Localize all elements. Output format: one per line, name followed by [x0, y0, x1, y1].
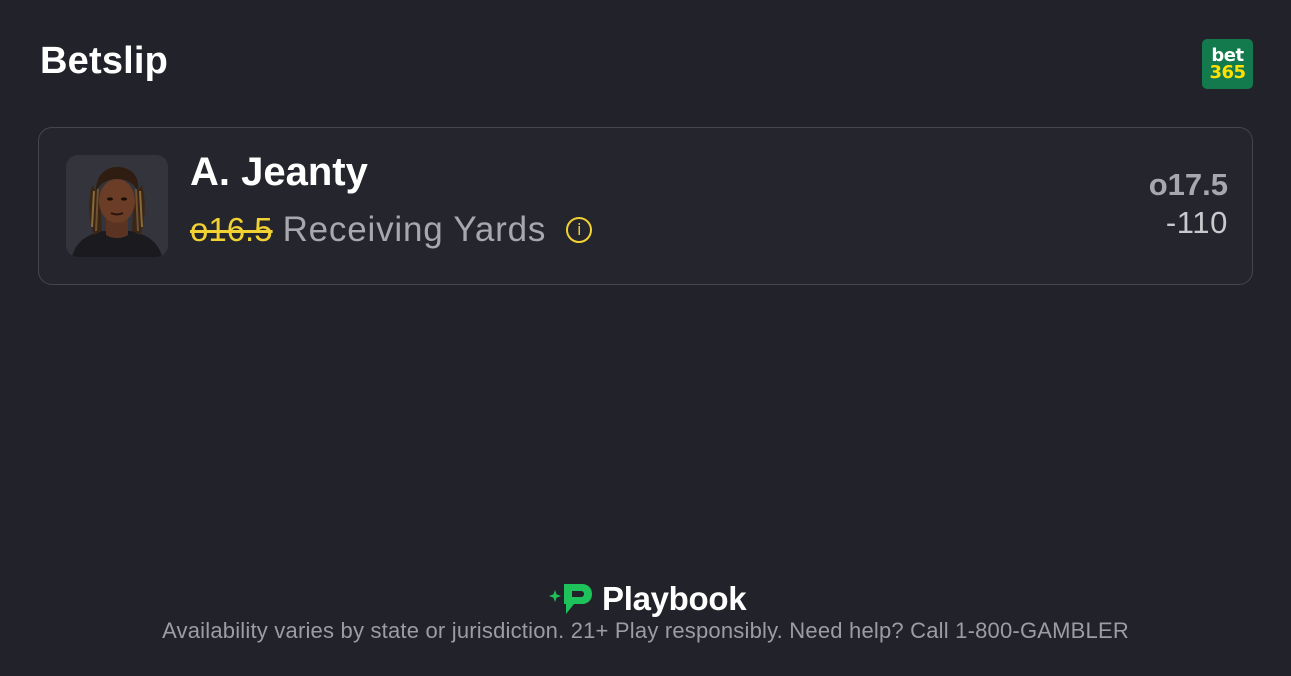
bet365-logo: bet 365: [1202, 39, 1253, 89]
player-avatar: [66, 155, 168, 257]
disclaimer-text: Availability varies by state or jurisdic…: [162, 618, 1129, 643]
playbook-logo: Playbook: [548, 580, 747, 618]
old-line-value: o16.5: [190, 211, 273, 248]
info-icon[interactable]: i: [566, 217, 593, 243]
playbook-brand-name: Playbook: [602, 580, 747, 617]
bet-selection-card[interactable]: A. Jeanty o16.5 Receiving Yards i o17.5 …: [38, 127, 1253, 285]
logo-text-line2: 365: [1209, 62, 1246, 83]
playbook-logo-icon: [549, 584, 592, 614]
betslip-page: Betslip bet 365 A. Jeanty o16.5 Receivin…: [0, 0, 1291, 676]
player-name: A. Jeanty: [190, 150, 368, 194]
odds-price: -110: [1165, 205, 1228, 240]
market-row: o16.5 Receiving Yards i: [190, 210, 593, 250]
new-line-value: o17.5: [1148, 167, 1228, 202]
odds-block: o17.5 -110: [1149, 166, 1228, 242]
player-headshot-icon: [66, 155, 168, 257]
page-title: Betslip: [40, 40, 169, 82]
market-label: Receiving Yards: [282, 210, 547, 249]
